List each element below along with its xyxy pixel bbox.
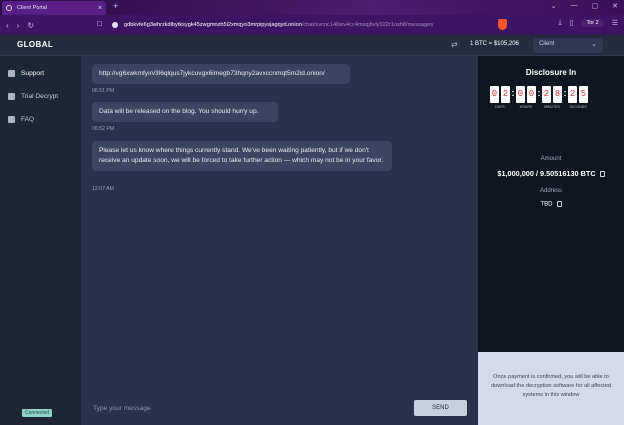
message-time: 06:52 PM	[92, 126, 115, 132]
bookmark-icon[interactable]: □	[97, 19, 102, 28]
client-select-value: Client	[539, 41, 555, 47]
disclosure-panel: Disclosure In 0 2 : 0 0 : 2 8 : 2 5 DAYS…	[478, 56, 624, 425]
app-logo: GLOBAL	[17, 40, 54, 49]
btc-rate: 1 BTC = $105,206	[470, 41, 519, 47]
address-bar[interactable]: gdbkvfe6g3whrzkdlbytksygk45zwgmnzh5i2xmq…	[112, 18, 512, 32]
copy-icon[interactable]	[599, 171, 605, 178]
countdown-digit: 8	[553, 86, 562, 103]
download-icon[interactable]: ⤓	[559, 19, 562, 27]
minimize-button[interactable]: —	[571, 2, 578, 10]
tab-bar: Client Portal × + ⌄ — ▢ ✕	[0, 0, 624, 15]
amount-value: $1,000,000 / 9.50516130 BTC	[478, 169, 624, 178]
sidebar-item-label: FAQ	[21, 116, 35, 123]
amount-text: $1,000,000 / 9.50516130 BTC	[497, 169, 596, 178]
amount-label: Amount	[540, 156, 562, 162]
countdown-digit: 2	[568, 86, 577, 103]
countdown-unit: SECONDS	[569, 105, 587, 109]
client-select[interactable]: Client ⌄	[533, 38, 603, 53]
window-controls: ⌄ — ▢ ✕	[551, 2, 618, 10]
new-tab-button[interactable]: +	[113, 1, 118, 11]
brave-shields-icon[interactable]	[498, 19, 507, 30]
copy-icon[interactable]	[556, 201, 562, 207]
globe-icon	[6, 5, 12, 11]
tab-title: Client Portal	[17, 5, 47, 11]
countdown-separator: :	[511, 88, 515, 98]
countdown-unit: HOURS	[519, 105, 533, 109]
exchange-icon: ⇄	[451, 40, 458, 49]
address-value: TBD	[478, 201, 624, 208]
sidebar-item-trial-decrypt[interactable]: Trial Decrypt	[8, 93, 58, 100]
countdown-digit: 5	[579, 86, 588, 103]
sidebar-item-label: Support	[21, 70, 45, 77]
countdown-digit: 0	[516, 86, 525, 103]
tab-search-icon[interactable]: ⌄	[551, 2, 557, 10]
url-path: /chat/xvcnc140wv4cc4msqjbvly922r1osh8/me…	[301, 22, 434, 28]
tab-client-portal[interactable]: Client Portal ×	[2, 1, 106, 15]
countdown-separator: :	[563, 88, 567, 98]
countdown-unit: MINUTES	[544, 105, 560, 109]
sidebar-item-faq[interactable]: FAQ	[8, 116, 34, 123]
address-label: Address	[539, 188, 562, 194]
chat-panel: http://vg6xwkmfyirv3l6qlqus7jykcuvgx6ime…	[81, 56, 478, 425]
chevron-down-icon: ⌄	[591, 41, 597, 48]
browser-chrome: Client Portal × + ⌄ — ▢ ✕ ‹ › ↻ □ gdbkvf…	[0, 0, 624, 35]
countdown-digit: 0	[490, 86, 499, 103]
connection-status-badge: Connected	[22, 409, 53, 417]
back-button[interactable]: ‹	[6, 21, 9, 30]
sidebar: Support Trial Decrypt FAQ	[0, 56, 81, 425]
countdown-digit: 2	[501, 86, 510, 103]
browser-toolbar: ‹ › ↻ □ gdbkvfe6g3whrzkdlbytksygk45zwgmn…	[0, 15, 624, 35]
countdown-digit: 2	[542, 86, 551, 103]
message-time: 06:51 PM	[92, 88, 115, 94]
menu-icon[interactable]: ☰	[612, 19, 618, 27]
message-bubble: http://vg6xwkmfyirv3l6qlqus7jykcuvgx6ime…	[92, 64, 350, 84]
message-input[interactable]: Type your message	[93, 405, 151, 412]
book-icon	[8, 116, 15, 123]
countdown-unit: DAYS	[495, 105, 505, 109]
sidebar-item-support[interactable]: Support	[8, 70, 44, 77]
disclosure-title: Disclosure In	[525, 68, 577, 77]
forward-button[interactable]: ›	[17, 21, 20, 30]
chat-icon	[8, 70, 15, 77]
address-text: TBD	[540, 201, 553, 208]
reload-button[interactable]: ↻	[27, 21, 34, 30]
decryption-notice: Once payment is confirmed, you will be a…	[478, 352, 624, 425]
url-host: gdbkvfe6g3whrzkdlbytksygk45zwgmnzh5i2xmq…	[124, 22, 302, 28]
message-bubble: Data will be released on the blog. You s…	[92, 102, 278, 122]
message-composer: Type your message SEND	[81, 397, 478, 425]
countdown-digit: 0	[527, 86, 536, 103]
sidebar-toggle-icon[interactable]: ▯	[570, 19, 574, 27]
tab-close-icon[interactable]: ×	[98, 5, 102, 12]
message-time: 12:07 AM	[92, 186, 114, 192]
unlock-icon	[8, 93, 15, 100]
sidebar-item-label: Trial Decrypt	[21, 93, 59, 100]
message-bubble: Please let us know where things currentl…	[92, 141, 392, 171]
send-button[interactable]: SEND	[414, 400, 467, 416]
app-header: GLOBAL ⇄ 1 BTC = $105,206 Client ⌄	[0, 35, 624, 56]
countdown-timer: 0 2 : 0 0 : 2 8 : 2 5 DAYS HOURS MINUTES…	[490, 86, 612, 112]
maximize-button[interactable]: ▢	[592, 2, 599, 10]
tor-badge[interactable]: Tor 2	[581, 19, 604, 27]
toolbar-right: ⤓ ▯ Tor 2 ☰	[559, 19, 618, 27]
countdown-separator: :	[537, 88, 541, 98]
close-window-button[interactable]: ✕	[612, 2, 618, 10]
site-info-icon[interactable]	[112, 22, 118, 28]
